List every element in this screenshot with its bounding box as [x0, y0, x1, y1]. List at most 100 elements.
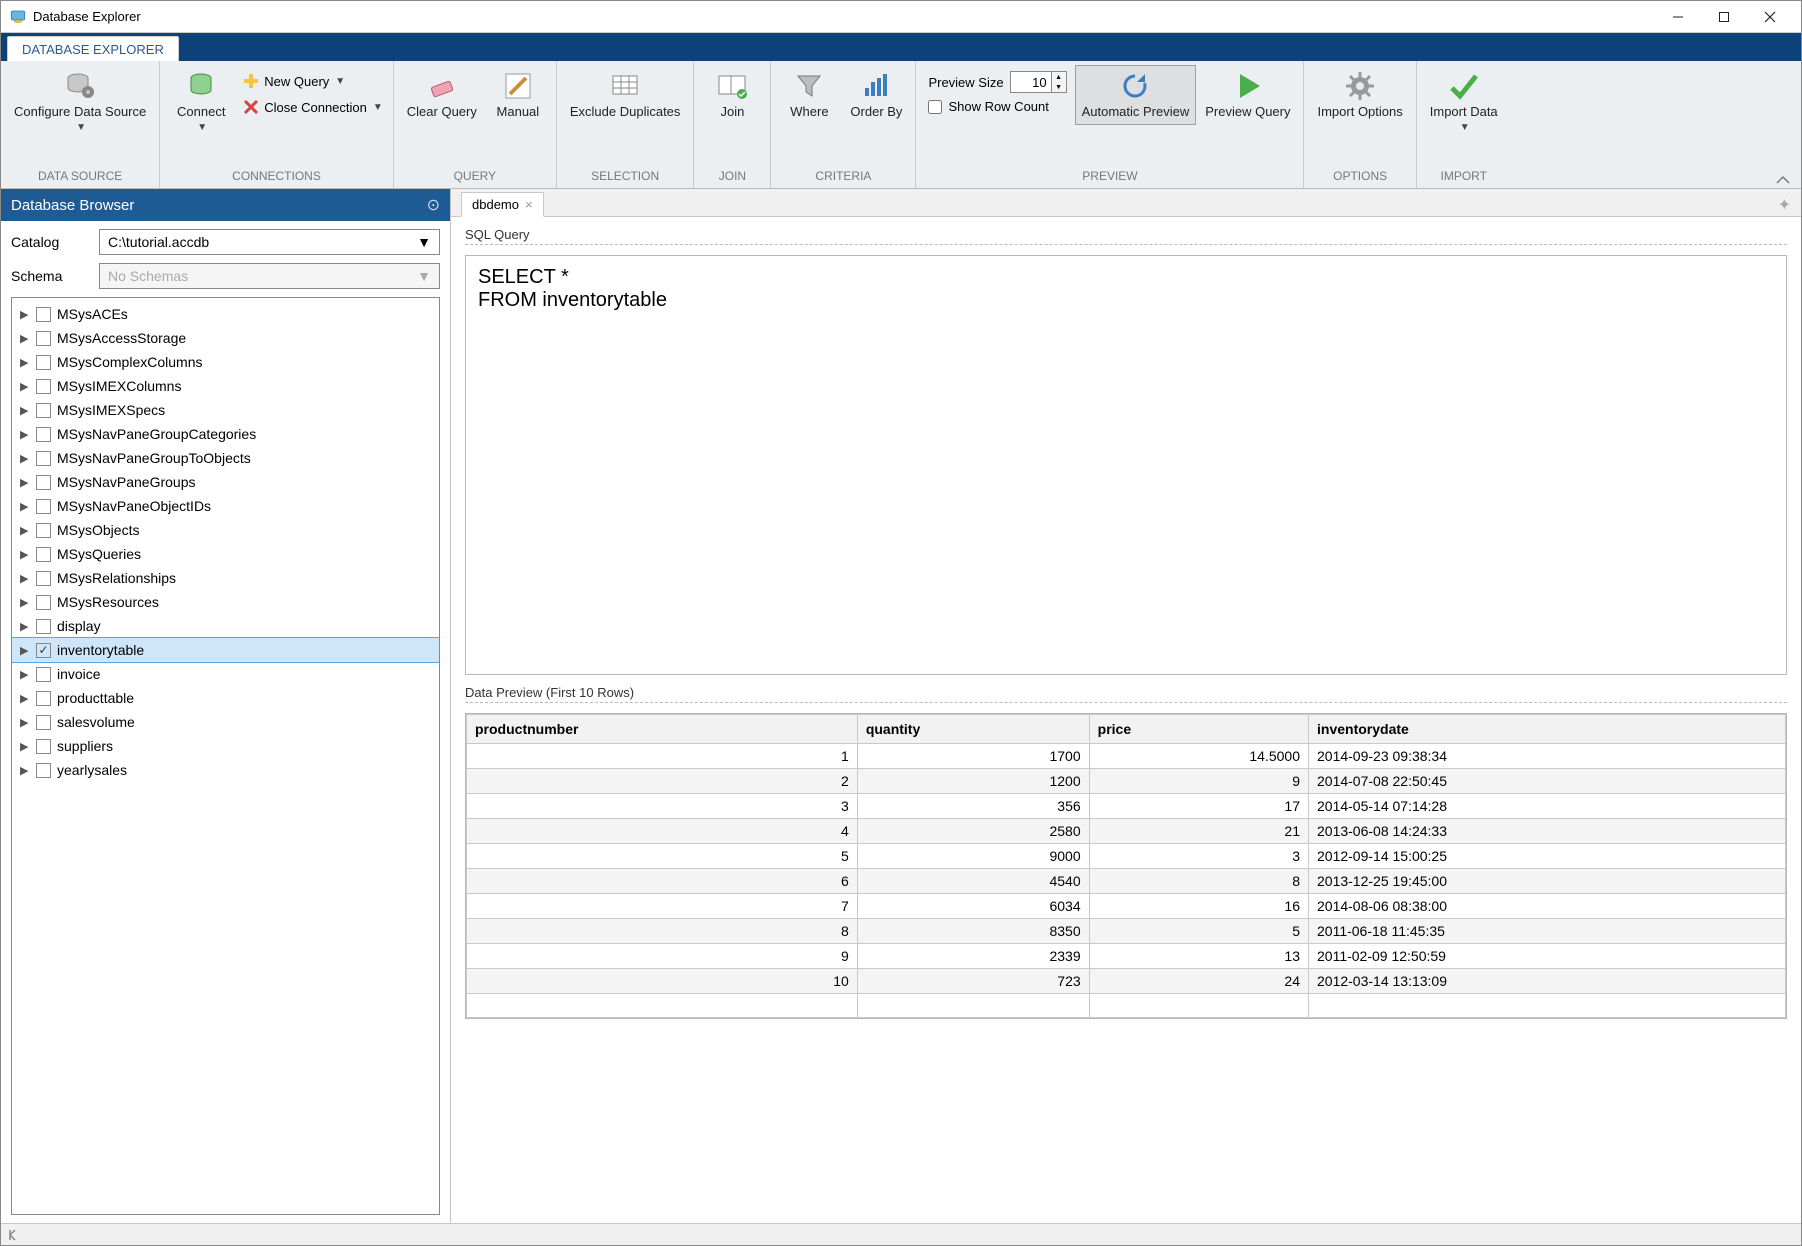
- column-header[interactable]: inventorydate: [1309, 715, 1786, 744]
- expand-icon[interactable]: ▶: [20, 404, 30, 417]
- table-checkbox[interactable]: [36, 643, 51, 658]
- table-tree-item[interactable]: ▶MSysNavPaneGroups: [12, 470, 439, 494]
- show-row-count-input[interactable]: [928, 100, 942, 114]
- table-tree[interactable]: ▶MSysACEs▶MSysAccessStorage▶MSysComplexC…: [11, 297, 440, 1215]
- expand-icon[interactable]: ▶: [20, 644, 30, 657]
- table-tree-item[interactable]: ▶MSysIMEXColumns: [12, 374, 439, 398]
- table-row[interactable]: 5900032012-09-14 15:00:25: [467, 844, 1786, 869]
- close-button[interactable]: [1747, 2, 1793, 32]
- collapse-ribbon-button[interactable]: [1775, 172, 1791, 182]
- table-tree-item[interactable]: ▶producttable: [12, 686, 439, 710]
- clear-query-button[interactable]: Clear Query: [400, 65, 484, 125]
- expand-icon[interactable]: ▶: [20, 764, 30, 777]
- table-row[interactable]: 10723242012-03-14 13:13:09: [467, 969, 1786, 994]
- expand-icon[interactable]: ▶: [20, 428, 30, 441]
- expand-icon[interactable]: ▶: [20, 620, 30, 633]
- table-checkbox[interactable]: [36, 691, 51, 706]
- new-query-button[interactable]: New Query ▼: [238, 69, 387, 93]
- table-tree-item[interactable]: ▶suppliers: [12, 734, 439, 758]
- table-row[interactable]: 2120092014-07-08 22:50:45: [467, 769, 1786, 794]
- expand-icon[interactable]: ▶: [20, 596, 30, 609]
- expand-icon[interactable]: ▶: [20, 308, 30, 321]
- manual-button[interactable]: Manual: [486, 65, 550, 125]
- table-checkbox[interactable]: [36, 451, 51, 466]
- connect-button[interactable]: Connect ▼: [166, 65, 236, 138]
- table-checkbox[interactable]: [36, 667, 51, 682]
- exclude-duplicates-button[interactable]: Exclude Duplicates: [563, 65, 688, 125]
- join-button[interactable]: Join: [700, 65, 764, 125]
- expand-icon[interactable]: ▶: [20, 548, 30, 561]
- show-row-count-checkbox[interactable]: Show Row Count: [928, 99, 1066, 114]
- expand-icon[interactable]: ▶: [20, 572, 30, 585]
- table-checkbox[interactable]: [36, 715, 51, 730]
- minimize-button[interactable]: [1655, 2, 1701, 32]
- table-tree-item[interactable]: ▶display: [12, 614, 439, 638]
- tab-close-icon[interactable]: ×: [525, 197, 533, 212]
- table-checkbox[interactable]: [36, 523, 51, 538]
- column-header[interactable]: price: [1089, 715, 1308, 744]
- order-by-button[interactable]: Order By: [843, 65, 909, 125]
- tab-dbdemo[interactable]: dbdemo ×: [461, 192, 544, 217]
- import-data-button[interactable]: Import Data ▼: [1423, 65, 1505, 138]
- table-checkbox[interactable]: [36, 571, 51, 586]
- expand-icon[interactable]: ▶: [20, 524, 30, 537]
- automatic-preview-button[interactable]: Automatic Preview: [1075, 65, 1197, 125]
- table-tree-item[interactable]: ▶inventorytable: [12, 638, 439, 662]
- table-tree-item[interactable]: ▶MSysACEs: [12, 302, 439, 326]
- expand-icon[interactable]: ▶: [20, 716, 30, 729]
- table-checkbox[interactable]: [36, 307, 51, 322]
- table-tree-item[interactable]: ▶MSysObjects: [12, 518, 439, 542]
- table-tree-item[interactable]: ▶MSysResources: [12, 590, 439, 614]
- table-checkbox[interactable]: [36, 475, 51, 490]
- table-row[interactable]: 8835052011-06-18 11:45:35: [467, 919, 1786, 944]
- spin-up-button[interactable]: ▲: [1052, 72, 1066, 82]
- table-checkbox[interactable]: [36, 619, 51, 634]
- table-checkbox[interactable]: [36, 499, 51, 514]
- preview-size-spinner[interactable]: ▲ ▼: [1010, 71, 1067, 93]
- expand-icon[interactable]: ▶: [20, 332, 30, 345]
- table-tree-item[interactable]: ▶MSysQueries: [12, 542, 439, 566]
- preview-query-button[interactable]: Preview Query: [1198, 65, 1297, 125]
- table-checkbox[interactable]: [36, 355, 51, 370]
- statusbar-icon[interactable]: [7, 1228, 21, 1242]
- panel-menu-icon[interactable]: ⊙: [427, 195, 440, 215]
- table-row[interactable]: 3356172014-05-14 07:14:28: [467, 794, 1786, 819]
- sql-query-editor[interactable]: SELECT * FROM inventorytable: [465, 255, 1787, 675]
- table-checkbox[interactable]: [36, 403, 51, 418]
- expand-icon[interactable]: ▶: [20, 356, 30, 369]
- table-row[interactable]: 76034162014-08-06 08:38:00: [467, 894, 1786, 919]
- expand-icon[interactable]: ▶: [20, 452, 30, 465]
- table-tree-item[interactable]: ▶MSysRelationships: [12, 566, 439, 590]
- table-checkbox[interactable]: [36, 739, 51, 754]
- expand-icon[interactable]: ▶: [20, 740, 30, 753]
- table-tree-item[interactable]: ▶MSysNavPaneGroupCategories: [12, 422, 439, 446]
- table-checkbox[interactable]: [36, 379, 51, 394]
- column-header[interactable]: productnumber: [467, 715, 858, 744]
- data-preview-table[interactable]: productnumberquantitypriceinventorydate1…: [466, 714, 1786, 1018]
- maximize-button[interactable]: [1701, 2, 1747, 32]
- table-tree-item[interactable]: ▶MSysIMEXSpecs: [12, 398, 439, 422]
- table-row[interactable]: 42580212013-06-08 14:24:33: [467, 819, 1786, 844]
- preview-size-input[interactable]: [1011, 72, 1051, 92]
- table-row[interactable]: 6454082013-12-25 19:45:00: [467, 869, 1786, 894]
- table-tree-item[interactable]: ▶MSysNavPaneObjectIDs: [12, 494, 439, 518]
- close-connection-button[interactable]: Close Connection ▼: [238, 95, 387, 119]
- expand-icon[interactable]: ▶: [20, 668, 30, 681]
- expand-icon[interactable]: ▶: [20, 476, 30, 489]
- table-tree-item[interactable]: ▶yearlysales: [12, 758, 439, 782]
- tab-database-explorer[interactable]: DATABASE EXPLORER: [7, 36, 179, 61]
- table-checkbox[interactable]: [36, 547, 51, 562]
- table-checkbox[interactable]: [36, 595, 51, 610]
- configure-data-source-button[interactable]: Configure Data Source ▼: [7, 65, 153, 138]
- spin-down-button[interactable]: ▼: [1052, 82, 1066, 92]
- table-checkbox[interactable]: [36, 331, 51, 346]
- table-row[interactable]: 92339132011-02-09 12:50:59: [467, 944, 1786, 969]
- table-tree-item[interactable]: ▶MSysNavPaneGroupToObjects: [12, 446, 439, 470]
- table-checkbox[interactable]: [36, 763, 51, 778]
- expand-icon[interactable]: ▶: [20, 380, 30, 393]
- schema-combo[interactable]: No Schemas ▼: [99, 263, 440, 289]
- catalog-combo[interactable]: C:\tutorial.accdb ▼: [99, 229, 440, 255]
- table-tree-item[interactable]: ▶MSysAccessStorage: [12, 326, 439, 350]
- table-tree-item[interactable]: ▶invoice: [12, 662, 439, 686]
- table-row[interactable]: 1170014.50002014-09-23 09:38:34: [467, 744, 1786, 769]
